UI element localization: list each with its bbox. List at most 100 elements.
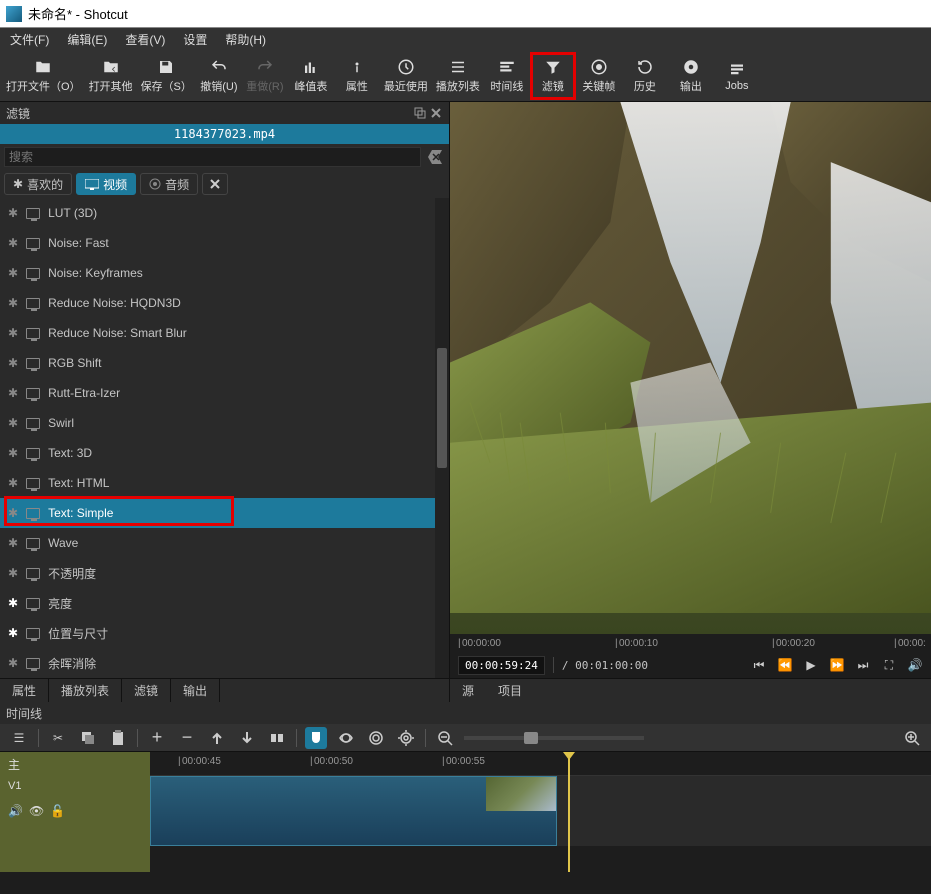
favorite-star-icon[interactable]: ✱ xyxy=(8,206,18,220)
menu-view[interactable]: 查看(V) xyxy=(119,29,171,50)
paste-icon[interactable] xyxy=(107,727,129,749)
timeline-ruler[interactable]: |00:00:45 |00:00:50 |00:00:55 xyxy=(150,752,931,776)
master-track-header[interactable]: 主 xyxy=(0,752,150,776)
video-clip[interactable] xyxy=(150,776,557,846)
split-icon[interactable] xyxy=(266,727,288,749)
forward-icon[interactable]: ⏩ xyxy=(829,657,845,673)
timeline-button[interactable]: 时间线 xyxy=(484,52,530,100)
filter-tab-video[interactable]: 视频 xyxy=(76,173,136,195)
playlist-button[interactable]: 播放列表 xyxy=(432,52,484,100)
filter-item[interactable]: ✱RGB Shift xyxy=(0,348,449,378)
overwrite-icon[interactable] xyxy=(236,727,258,749)
jobs-button[interactable]: Jobs xyxy=(714,52,760,100)
filter-item[interactable]: ✱亮度 xyxy=(0,588,449,618)
filter-search-input[interactable] xyxy=(4,147,421,167)
filter-item[interactable]: ✱Swirl xyxy=(0,408,449,438)
skip-start-icon[interactable]: ⏮ xyxy=(751,657,767,673)
playhead[interactable] xyxy=(568,752,570,872)
filter-item[interactable]: ✱Text: 3D xyxy=(0,438,449,468)
scrollbar-thumb[interactable] xyxy=(437,348,447,468)
fullscreen-icon[interactable]: ⛶ xyxy=(881,657,897,673)
video-track-header[interactable]: V1 🔊 👁 🔓 xyxy=(0,776,150,872)
zoom-handle[interactable] xyxy=(524,732,538,744)
filter-list[interactable]: ✱LUT (3D)✱Noise: Fast✱Noise: Keyframes✱R… xyxy=(0,198,449,678)
skip-end-icon[interactable]: ⏭ xyxy=(855,657,871,673)
filter-item[interactable]: ✱Wave xyxy=(0,528,449,558)
redo-button[interactable]: 重做(R) xyxy=(242,52,288,100)
panel-close-icon[interactable] xyxy=(429,106,443,120)
filter-item[interactable]: ✱位置与尺寸 xyxy=(0,618,449,648)
menu-help[interactable]: 帮助(H) xyxy=(219,29,272,50)
open-other-button[interactable]: 打开其他 xyxy=(85,52,137,100)
favorite-star-icon[interactable]: ✱ xyxy=(8,536,18,550)
favorite-star-icon[interactable]: ✱ xyxy=(8,476,18,490)
tab-playlist[interactable]: 播放列表 xyxy=(49,679,122,702)
undo-button[interactable]: 撤销(U) xyxy=(196,52,242,100)
append-icon[interactable]: + xyxy=(146,727,168,749)
filter-item[interactable]: ✱LUT (3D) xyxy=(0,198,449,228)
open-file-button[interactable]: 打开文件（O） xyxy=(2,52,85,100)
favorite-star-icon[interactable]: ✱ xyxy=(8,416,18,430)
tab-project[interactable]: 项目 xyxy=(486,679,534,702)
favorite-star-icon[interactable]: ✱ xyxy=(8,506,18,520)
favorite-star-icon[interactable]: ✱ xyxy=(8,566,18,580)
lift-icon[interactable] xyxy=(206,727,228,749)
filter-item[interactable]: ✱Noise: Keyframes xyxy=(0,258,449,288)
favorite-star-icon[interactable]: ✱ xyxy=(8,236,18,250)
scrub-icon[interactable] xyxy=(335,727,357,749)
favorite-star-icon[interactable]: ✱ xyxy=(8,596,18,610)
filter-item[interactable]: ✱Rutt-Etra-Izer xyxy=(0,378,449,408)
snap-icon[interactable] xyxy=(305,727,327,749)
favorite-star-icon[interactable]: ✱ xyxy=(8,326,18,340)
filter-item[interactable]: ✱Text: HTML xyxy=(0,468,449,498)
filters-button[interactable]: 滤镜 xyxy=(530,52,576,100)
preview-ruler[interactable]: |00:00:00 |00:00:10 |00:00:20 |00:00: xyxy=(450,634,931,652)
export-button[interactable]: 输出 xyxy=(668,52,714,100)
keyframes-button[interactable]: 关键帧 xyxy=(576,52,622,100)
play-icon[interactable]: ▶ xyxy=(803,657,819,673)
tab-filters[interactable]: 滤镜 xyxy=(122,679,171,702)
zoom-out-icon[interactable] xyxy=(434,727,456,749)
filter-item[interactable]: ✱Noise: Fast xyxy=(0,228,449,258)
filter-tab-close[interactable] xyxy=(202,173,228,195)
timeline-tracks[interactable]: |00:00:45 |00:00:50 |00:00:55 xyxy=(150,752,931,872)
scrollbar[interactable] xyxy=(435,198,449,678)
zoom-slider[interactable] xyxy=(464,736,644,740)
menu-file[interactable]: 文件(F) xyxy=(4,29,55,50)
filter-tab-favorite[interactable]: ✱喜欢的 xyxy=(4,173,72,195)
favorite-star-icon[interactable]: ✱ xyxy=(8,296,18,310)
ripple-all-icon[interactable] xyxy=(395,727,417,749)
save-button[interactable]: 保存（S） xyxy=(137,52,196,100)
video-track-row[interactable] xyxy=(150,776,931,846)
tab-export[interactable]: 输出 xyxy=(171,679,220,702)
favorite-star-icon[interactable]: ✱ xyxy=(8,626,18,640)
properties-button[interactable]: 属性 xyxy=(334,52,380,100)
menu-edit[interactable]: 编辑(E) xyxy=(61,29,113,50)
timeline-menu-icon[interactable]: ☰ xyxy=(8,727,30,749)
zoom-in-icon[interactable] xyxy=(901,727,923,749)
tab-source[interactable]: 源 xyxy=(450,679,486,702)
favorite-star-icon[interactable]: ✱ xyxy=(8,446,18,460)
panel-float-icon[interactable] xyxy=(413,106,427,120)
filter-item[interactable]: ✱Text: Simple xyxy=(0,498,449,528)
recent-button[interactable]: 最近使用 xyxy=(380,52,432,100)
favorite-star-icon[interactable]: ✱ xyxy=(8,356,18,370)
filter-item[interactable]: ✱余晖消除 xyxy=(0,648,449,678)
ripple-icon[interactable] xyxy=(365,727,387,749)
favorite-star-icon[interactable]: ✱ xyxy=(8,386,18,400)
mute-icon[interactable]: 🔊 xyxy=(8,804,23,818)
filter-item[interactable]: ✱不透明度 xyxy=(0,558,449,588)
timecode-position[interactable]: 00:00:59:24 xyxy=(458,656,545,675)
clear-search-icon[interactable] xyxy=(425,147,445,167)
volume-icon[interactable]: 🔊 xyxy=(907,657,923,673)
history-button[interactable]: 历史 xyxy=(622,52,668,100)
tab-properties[interactable]: 属性 xyxy=(0,679,49,702)
favorite-star-icon[interactable]: ✱ xyxy=(8,266,18,280)
lock-icon[interactable]: 🔓 xyxy=(50,804,65,818)
filter-tab-audio[interactable]: 音频 xyxy=(140,173,198,195)
filter-item[interactable]: ✱Reduce Noise: Smart Blur xyxy=(0,318,449,348)
filter-item[interactable]: ✱Reduce Noise: HQDN3D xyxy=(0,288,449,318)
peak-meter-button[interactable]: 峰值表 xyxy=(288,52,334,100)
cut-icon[interactable]: ✂ xyxy=(47,727,69,749)
favorite-star-icon[interactable]: ✱ xyxy=(8,656,18,670)
